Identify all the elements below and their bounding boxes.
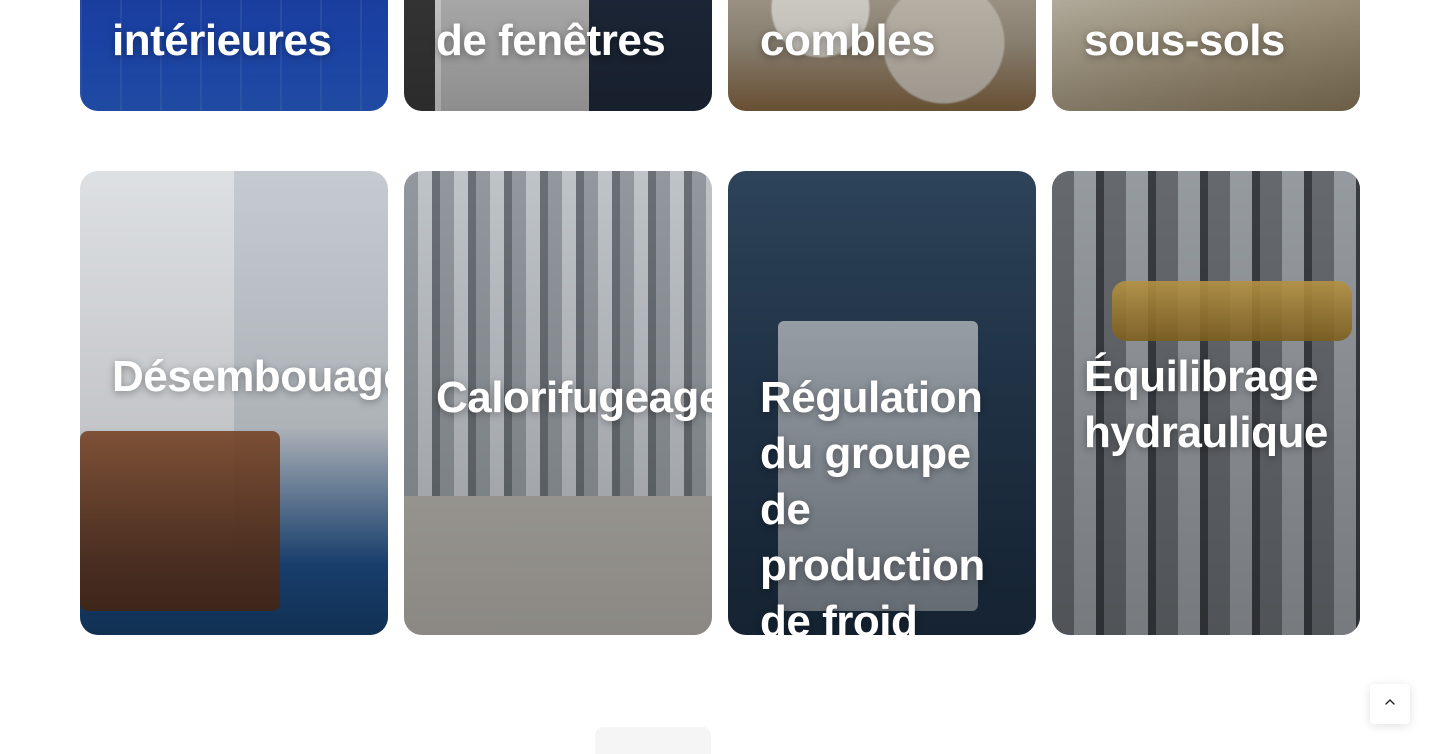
card-title: Régulation du groupe de production de fr…	[760, 373, 985, 635]
card-title: intérieures	[112, 16, 332, 65]
card-fenetres[interactable]: de fenêtres	[404, 0, 712, 111]
card-combles[interactable]: combles	[728, 0, 1036, 111]
card-sous-sols[interactable]: sous-sols	[1052, 0, 1360, 111]
card-desembouage[interactable]: Désembouage	[80, 171, 388, 635]
card-isolation-interieures[interactable]: intérieures	[80, 0, 388, 111]
services-grid-top: intérieures de fenêtres combles sous-sol…	[80, 0, 1360, 111]
card-title: Équilibrage hydraulique	[1084, 352, 1328, 457]
services-page: intérieures de fenêtres combles sous-sol…	[0, 0, 1440, 754]
partial-section-block	[595, 727, 711, 754]
card-title: sous-sols	[1084, 16, 1285, 65]
card-calorifugeage[interactable]: Calorifugeage	[404, 171, 712, 635]
card-title: combles	[760, 16, 936, 65]
card-title: Calorifugeage	[436, 373, 712, 422]
card-title: Désembouage	[112, 352, 388, 401]
card-equilibrage-hydraulique[interactable]: Équilibrage hydraulique	[1052, 171, 1360, 635]
card-regulation-froid[interactable]: Régulation du groupe de production de fr…	[728, 171, 1036, 635]
scroll-to-top-button[interactable]	[1370, 684, 1410, 724]
chevron-up-icon	[1383, 695, 1397, 714]
card-title: de fenêtres	[436, 16, 666, 65]
services-grid-bottom: Désembouage Calorifugeage Régulation du …	[80, 171, 1360, 635]
